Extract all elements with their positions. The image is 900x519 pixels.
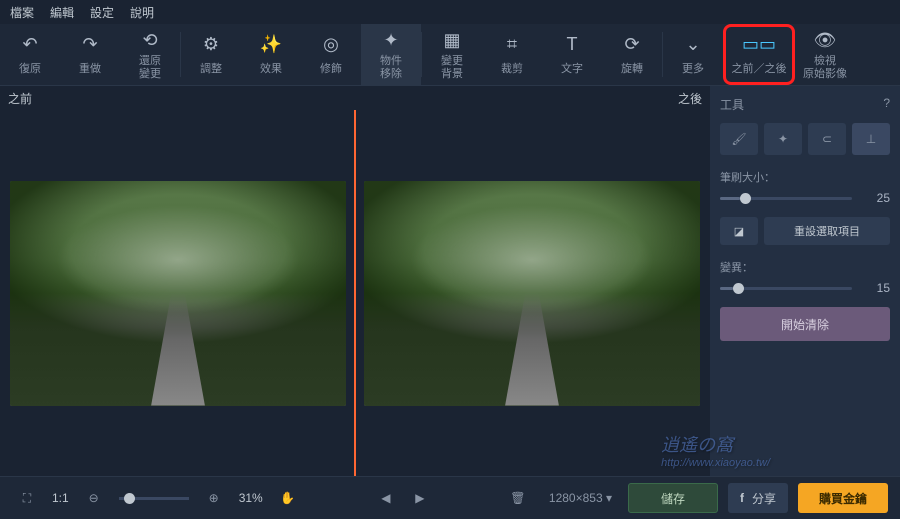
before-image[interactable] [10,181,346,406]
trash-icon: 🗑 [510,491,525,505]
menu-bar: 檔案 編輯 設定 說明 [0,0,900,24]
rotate-icon: ⟳ [621,34,643,56]
retouch-button[interactable]: ◎修飾 [301,24,361,85]
fullscreen-icon: ⛶ [23,491,31,506]
crop-icon: ⌗ [501,34,523,56]
buy-button[interactable]: 購買金鑰 [798,483,888,513]
adjust-icon: ⚙ [200,34,222,56]
text-icon: T [561,34,583,56]
lasso-icon: ⊂ [822,132,832,146]
eye-icon: 👁 [814,29,836,51]
before-label: 之前 [8,90,678,106]
brushsize-slider[interactable] [720,197,852,200]
zoom-slider[interactable] [119,497,189,500]
pan-button[interactable]: ✋ [273,483,303,513]
workspace: 之前 之後 工具 ? 🖌 ✦ ⊂ ⊥ 筆刷大小： 25 ◪ 重設選取項目 變異： [0,86,900,476]
hand-icon: ✋ [280,491,295,505]
stamp-icon: ⊥ [866,132,876,146]
undo-icon: ↶ [19,34,41,56]
more-button[interactable]: ⌄更多 [663,24,723,85]
crop-button[interactable]: ⌗裁剪 [482,24,542,85]
eraser-button[interactable]: ◪ [720,217,758,245]
menu-file[interactable]: 檔案 [10,4,34,21]
next-button[interactable]: ▶ [405,483,435,513]
background-change-button[interactable]: ▦變更 背景 [422,24,482,85]
zoom-out-button[interactable]: ⊖ [79,483,109,513]
panel-title: 工具 [720,96,744,113]
next-icon: ▶ [415,491,424,505]
after-image[interactable] [364,181,700,406]
view-original-button[interactable]: 👁檢視 原始影像 [795,24,855,85]
menu-help[interactable]: 說明 [130,4,154,21]
compare-divider[interactable] [354,110,356,476]
variation-label: 變異： [720,259,890,275]
delete-button[interactable]: 🗑 [503,483,533,513]
save-button[interactable]: 儲存 [628,483,718,513]
zoom-in-icon: ⊕ [209,491,219,505]
brush-tool[interactable]: 🖌 [720,123,758,155]
effects-button[interactable]: ✨效果 [241,24,301,85]
retouch-icon: ◎ [320,34,342,56]
ratio-label[interactable]: 1:1 [52,491,69,505]
facebook-icon: f [740,491,744,505]
compare-icon: ▭▭ [748,34,770,56]
redo-icon: ↷ [79,34,101,56]
after-label: 之後 [678,90,702,106]
redo-button[interactable]: ↷重做 [60,24,120,85]
brushsize-value: 25 [860,191,890,205]
rotate-button[interactable]: ⟳旋轉 [602,24,662,85]
main-toolbar: ↶復原 ↷重做 ⟲還原 變更 ⚙調整 ✨效果 ◎修飾 ✦物件 移除 ▦變更 背景… [0,24,900,86]
zoom-in-button[interactable]: ⊕ [199,483,229,513]
zoom-value: 31% [239,491,263,505]
canvas-area: 之前 之後 [0,86,710,476]
dimensions-label: 1280×853 ▾ [549,491,612,505]
text-button[interactable]: T文字 [542,24,602,85]
wand-icon: ✦ [778,132,788,146]
magic-wand-tool[interactable]: ✦ [764,123,802,155]
bg-icon: ▦ [441,29,463,51]
zoom-out-icon: ⊖ [89,491,99,505]
effects-icon: ✨ [260,34,282,56]
footer-bar: ⛶ 1:1 ⊖ ⊕ 31% ✋ ◀ ▶ 🗑 1280×853 ▾ 儲存 f分享 … [0,476,900,519]
fullscreen-button[interactable]: ⛶ [12,483,42,513]
prev-icon: ◀ [381,491,390,505]
share-button[interactable]: f分享 [728,483,788,513]
variation-slider[interactable] [720,287,852,290]
tools-panel: 工具 ? 🖌 ✦ ⊂ ⊥ 筆刷大小： 25 ◪ 重設選取項目 變異： 15 開始… [710,86,900,476]
menu-settings[interactable]: 設定 [90,4,114,21]
stamp-tool[interactable]: ⊥ [852,123,890,155]
adjust-button[interactable]: ⚙調整 [181,24,241,85]
variation-value: 15 [860,281,890,295]
object-remove-button[interactable]: ✦物件 移除 [361,24,421,85]
remove-icon: ✦ [380,29,402,51]
revert-button[interactable]: ⟲還原 變更 [120,24,180,85]
help-button[interactable]: ? [883,96,890,113]
start-erase-button[interactable]: 開始清除 [720,307,890,341]
brush-icon: 🖌 [731,132,746,146]
undo-button[interactable]: ↶復原 [0,24,60,85]
eraser-icon: ◪ [734,225,744,238]
menu-edit[interactable]: 編輯 [50,4,74,21]
before-after-button[interactable]: ▭▭之前／之後 [723,24,795,85]
chevron-down-icon: ⌄ [682,34,704,56]
revert-icon: ⟲ [139,29,161,51]
reset-selection-button[interactable]: 重設選取項目 [764,217,890,245]
brushsize-label: 筆刷大小： [720,169,890,185]
lasso-tool[interactable]: ⊂ [808,123,846,155]
prev-button[interactable]: ◀ [371,483,401,513]
